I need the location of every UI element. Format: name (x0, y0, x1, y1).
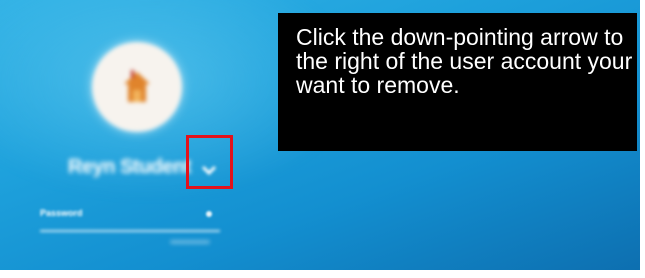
instruction-callout: Click the down-pointing arrow to the rig… (278, 13, 637, 151)
video-frame: Reyn Student Password Click the down-poi… (0, 0, 640, 270)
user-account-name[interactable]: Reyn Student (68, 156, 191, 179)
dropdown-highlight-box (186, 135, 233, 189)
password-field[interactable] (40, 222, 220, 232)
password-label: Password (40, 208, 83, 218)
house-icon (124, 70, 150, 102)
instruction-text: Click the down-pointing arrow to the rig… (296, 24, 633, 98)
bottom-border (0, 270, 645, 278)
user-avatar[interactable] (92, 42, 182, 132)
password-submit-icon[interactable] (206, 211, 212, 217)
bottom-indicator (170, 240, 210, 244)
